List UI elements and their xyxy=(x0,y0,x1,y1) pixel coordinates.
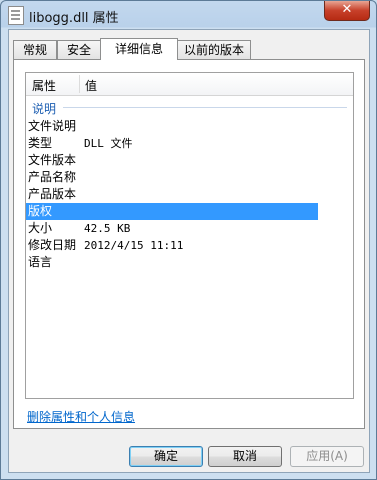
details-panel: 属性 值 说明 文件说明 类型 DLL 文件 文件版本 产品名称 产品版本 版权… xyxy=(13,59,365,429)
column-header-property[interactable]: 属性 xyxy=(32,77,56,94)
property-name: 版权 xyxy=(28,204,53,218)
properties-window: libogg.dll 属性 ✕ 常规 安全 详细信息 以前的版本 属性 值 说明… xyxy=(0,0,377,480)
property-value: 42.5 KB xyxy=(84,222,131,235)
property-name: 修改日期 xyxy=(28,238,77,252)
cancel-button[interactable]: 取消 xyxy=(208,446,282,467)
column-divider[interactable] xyxy=(79,75,80,93)
detail-row-language[interactable]: 语言 xyxy=(26,254,318,271)
title-bar[interactable]: libogg.dll 属性 ✕ xyxy=(1,1,376,29)
property-name: 语言 xyxy=(28,255,53,269)
details-list[interactable]: 属性 值 说明 文件说明 类型 DLL 文件 文件版本 产品名称 产品版本 版权… xyxy=(25,72,354,399)
detail-row-modified-date[interactable]: 修改日期 2012/4/15 11:11 xyxy=(26,237,318,254)
list-header: 属性 值 xyxy=(26,73,353,96)
detail-row-file-version[interactable]: 文件版本 xyxy=(26,152,318,169)
close-button[interactable]: ✕ xyxy=(324,1,370,21)
property-name: 大小 xyxy=(28,221,53,235)
detail-row-copyright[interactable]: 版权 xyxy=(26,203,318,220)
detail-row-type[interactable]: 类型 DLL 文件 xyxy=(26,135,318,152)
property-name: 产品版本 xyxy=(28,187,77,201)
column-header-value[interactable]: 值 xyxy=(85,77,97,94)
apply-button[interactable]: 应用(A) xyxy=(290,446,364,467)
window-title: libogg.dll 属性 xyxy=(29,11,119,26)
detail-row-product-name[interactable]: 产品名称 xyxy=(26,169,318,186)
property-name: 文件说明 xyxy=(28,119,77,133)
tab-previous-versions[interactable]: 以前的版本 xyxy=(177,40,251,59)
group-divider xyxy=(63,107,347,108)
group-label-description: 说明 xyxy=(32,102,57,116)
property-name: 类型 xyxy=(28,136,53,150)
dialog-body: 常规 安全 详细信息 以前的版本 属性 值 说明 文件说明 类型 DLL 文件 … xyxy=(8,29,370,473)
property-value: DLL 文件 xyxy=(84,137,133,150)
tab-security[interactable]: 安全 xyxy=(57,40,101,59)
detail-row-file-description[interactable]: 文件说明 xyxy=(26,118,318,135)
ok-button[interactable]: 确定 xyxy=(129,446,203,467)
property-value: 2012/4/15 11:11 xyxy=(84,239,184,252)
property-name: 文件版本 xyxy=(28,153,77,167)
property-name: 产品名称 xyxy=(28,170,77,184)
remove-properties-link[interactable]: 删除属性和个人信息 xyxy=(27,408,135,425)
detail-row-size[interactable]: 大小 42.5 KB xyxy=(26,220,318,237)
detail-row-product-version[interactable]: 产品版本 xyxy=(26,186,318,203)
file-icon xyxy=(8,6,24,25)
tab-general[interactable]: 常规 xyxy=(13,40,57,59)
tab-details[interactable]: 详细信息 xyxy=(100,38,178,60)
